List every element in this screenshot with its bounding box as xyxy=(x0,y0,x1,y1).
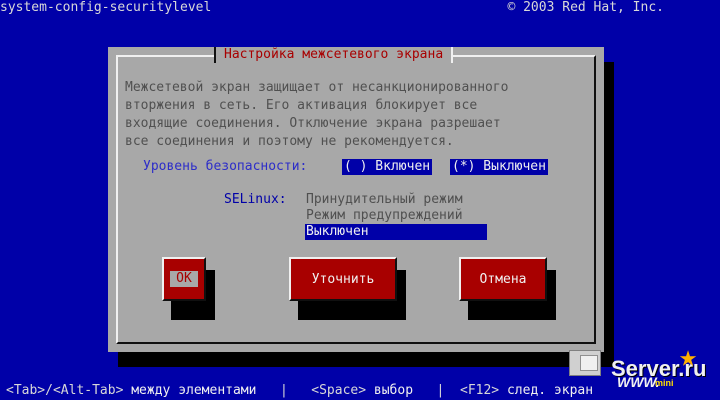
key-help-bar: <Tab>/<Alt-Tab> между элементами | <Spac… xyxy=(6,383,593,399)
security-level-label: Уровень безопасности: xyxy=(143,159,308,174)
radio-disabled[interactable]: (*) Выключен xyxy=(450,159,548,175)
dialog-description: Межсетевой экран защищает от несанкциони… xyxy=(125,80,509,149)
radio-enabled[interactable]: ( ) Включен xyxy=(342,159,433,175)
ok-button[interactable]: OK xyxy=(162,257,206,301)
customize-button[interactable]: Уточнить xyxy=(289,257,397,301)
tab-keys: <Tab>/<Alt-Tab> xyxy=(6,383,124,398)
selinux-label: SELinux: xyxy=(224,192,287,207)
copyright: © 2003 Red Hat, Inc. xyxy=(507,0,664,15)
selinux-option-enforcing[interactable]: Принудительный режим xyxy=(305,192,487,208)
watermark-mini: mini xyxy=(655,378,674,388)
ok-button-label: OK xyxy=(170,271,198,287)
selinux-option-permissive[interactable]: Режим предупреждений xyxy=(305,208,487,224)
app-name: system-config-securitylevel xyxy=(0,0,212,15)
firewall-dialog: Настройка межсетевого экрана Межсетевой … xyxy=(108,47,604,352)
separator: | xyxy=(279,383,288,398)
selinux-option-disabled[interactable]: Выключен xyxy=(305,224,487,240)
cancel-button[interactable]: Отмена xyxy=(459,257,547,301)
tab-help: между элементами xyxy=(131,383,257,398)
space-key: <Space> xyxy=(311,383,367,398)
cancel-button-label: Отмена xyxy=(479,271,527,287)
f12-key: <F12> xyxy=(460,383,500,398)
customize-button-label: Уточнить xyxy=(311,271,375,287)
star-icon: ★ xyxy=(679,339,698,374)
watermark-logo: Server.ru WWW. mini ★ xyxy=(563,340,713,392)
selinux-listbox[interactable]: Принудительный режим Режим предупреждени… xyxy=(305,192,487,240)
separator: | xyxy=(436,383,445,398)
server-icon xyxy=(569,350,601,376)
dialog-title: Настройка межсетевого экрана xyxy=(214,47,454,63)
space-help: выбор xyxy=(373,383,414,398)
watermark-www: WWW. xyxy=(617,374,660,390)
